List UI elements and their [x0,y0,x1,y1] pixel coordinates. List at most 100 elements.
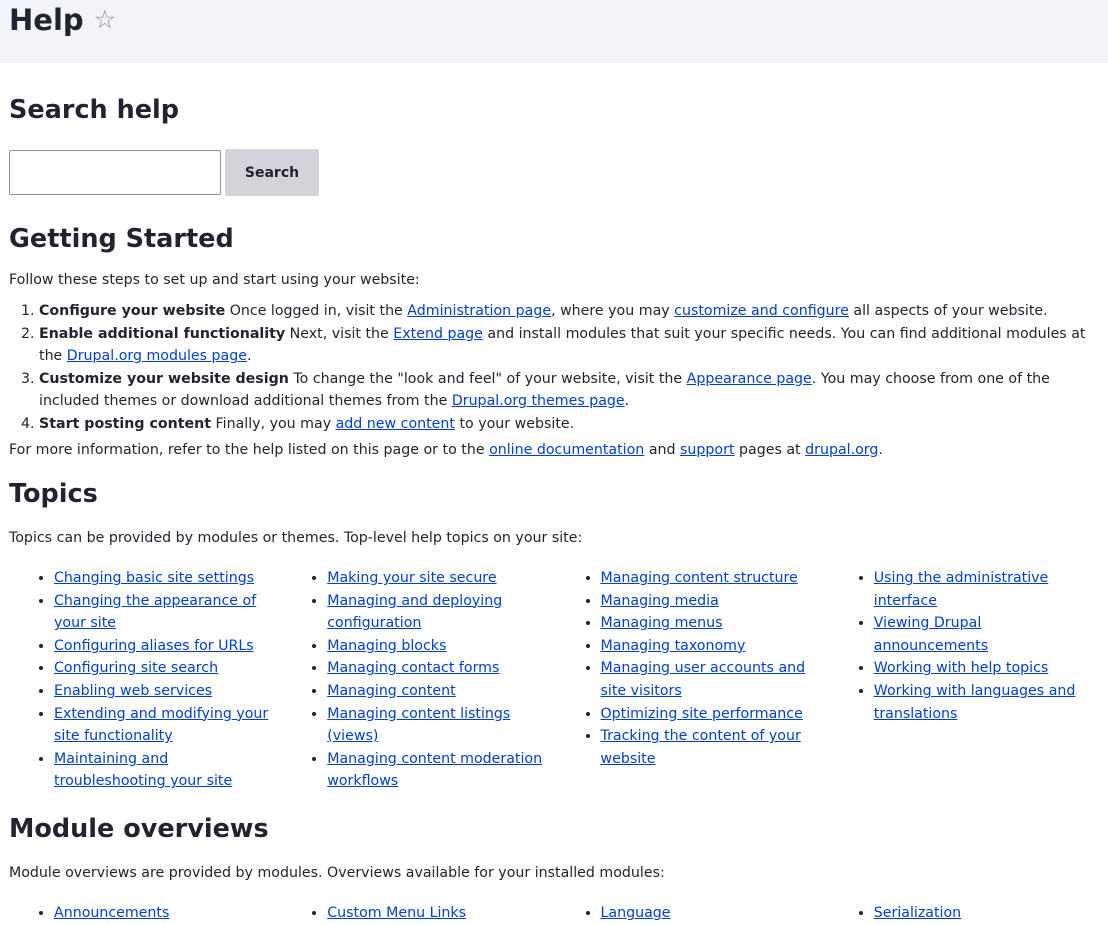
topic-item: Managing contact forms [327,657,547,680]
topics-column: Changing basic site settings Changing th… [9,567,282,793]
step-title: Start posting content [39,415,212,432]
topic-item: Optimizing site performance [601,703,821,726]
topic-item: Working with languages and translations [874,680,1094,725]
topic-link[interactable]: Working with languages and translations [874,683,1076,722]
search-input[interactable] [9,150,221,195]
step-text: Next, visit the [285,325,394,342]
topic-link[interactable]: Changing basic site settings [54,570,254,586]
module-link[interactable]: Announcements [54,905,169,921]
topic-link[interactable]: Managing content [327,683,455,699]
module-item: Serialization [874,902,1094,925]
star-outline-icon[interactable]: ☆ [94,2,116,38]
modules-column: Serialization [829,902,1102,925]
search-button[interactable]: Search [225,149,319,196]
topic-link[interactable]: Managing contact forms [327,660,499,676]
topic-link[interactable]: Managing content listings (views) [327,706,510,745]
step-title: Enable additional functionality [39,325,286,342]
topic-link[interactable]: Configuring site search [54,660,218,676]
step-text: all aspects of your website. [848,303,1048,319]
search-help-heading: Search help [9,95,180,125]
topic-link[interactable]: Optimizing site performance [601,706,803,722]
getting-started-heading: Getting Started [9,224,234,254]
topic-item: Making your site secure [327,567,547,590]
topics-heading: Topics [9,479,98,509]
topic-item: Managing content structure [601,567,821,590]
topic-link[interactable]: Managing media [601,593,719,609]
more-info-part: pages at [734,442,806,458]
appearance-page-link[interactable]: Appearance page [687,371,812,387]
topic-link[interactable]: Enabling web services [54,683,212,699]
online-documentation-link[interactable]: online documentation [489,442,644,458]
step-text: Finally, you may [211,415,336,432]
module-item: Language [601,902,821,925]
step-title: Configure your website [39,303,226,319]
topics-intro: Topics can be provided by modules or the… [9,530,583,546]
topic-item: Working with help topics [874,657,1094,680]
topic-link[interactable]: Configuring aliases for URLs [54,638,254,654]
topic-link[interactable]: Managing blocks [327,638,446,654]
topic-link[interactable]: Managing and deploying configuration [327,593,502,632]
topic-item: Configuring site search [54,657,274,680]
topic-item: Managing content moderation workflows [327,748,547,793]
drupal-modules-page-link[interactable]: Drupal.org modules page [67,348,247,364]
module-link[interactable]: Custom Menu Links [327,905,466,921]
topics-column: Making your site secure Managing and dep… [282,567,555,793]
step-item: Customize your website design To change … [39,368,1104,413]
getting-started-intro: Follow these steps to set up and start u… [9,272,420,288]
administration-page-link[interactable]: Administration page [407,303,551,319]
step-text: . [624,393,630,410]
step-text: To change the "look and feel" of your we… [288,370,687,387]
drupal-themes-page-link[interactable]: Drupal.org themes page [452,393,625,409]
topic-link[interactable]: Using the administrative interface [874,570,1049,609]
topic-link[interactable]: Tracking the content of your website [601,728,801,767]
modules-column: Custom Menu Links [282,902,555,925]
topic-item: Managing taxonomy [601,635,821,658]
module-link[interactable]: Language [601,905,671,921]
topic-link[interactable]: Extending and modifying your site functi… [54,706,268,745]
topic-item: Managing blocks [327,635,547,658]
topic-link[interactable]: Maintaining and troubleshooting your sit… [54,751,232,790]
extend-page-link[interactable]: Extend page [393,326,483,342]
topic-item: Managing media [601,590,821,613]
module-item: Announcements [54,902,274,925]
customize-configure-link[interactable]: customize and configure [674,303,849,319]
topic-link[interactable]: Working with help topics [874,660,1049,676]
topic-item: Configuring aliases for URLs [54,635,274,658]
support-link[interactable]: support [680,442,734,458]
page-header: Help ☆ [0,0,1108,63]
step-text: to your website. [454,415,575,432]
topic-item: Managing content listings (views) [327,703,547,748]
topics-columns: Changing basic site settings Changing th… [9,567,1102,793]
topics-column: Using the administrative interface Viewi… [829,567,1102,793]
module-overviews-intro: Module overviews are provided by modules… [9,865,665,881]
step-item: Configure your website Once logged in, v… [39,300,1104,323]
topic-link[interactable]: Changing the appearance of your site [54,593,256,632]
topic-link[interactable]: Managing content structure [601,570,798,586]
more-info-part: and [644,442,681,458]
module-link[interactable]: Serialization [874,905,961,921]
more-info-text: For more information, refer to the help … [9,439,883,461]
topics-column: Managing content structure Managing medi… [556,567,829,793]
topic-item: Managing menus [601,612,821,635]
topic-item: Viewing Drupal announcements [874,612,1094,657]
topic-item: Managing user accounts and site visitors [601,657,821,702]
topic-link[interactable]: Managing menus [601,615,723,631]
add-new-content-link[interactable]: add new content [336,416,455,432]
topic-item: Changing the appearance of your site [54,590,274,635]
topic-link[interactable]: Managing content moderation workflows [327,751,542,790]
modules-column: Language [556,902,829,925]
more-info-part: . [878,442,883,458]
topic-item: Managing content [327,680,547,703]
topic-link[interactable]: Managing user accounts and site visitors [601,660,806,699]
page-title: Help ☆ [9,2,116,38]
topic-item: Enabling web services [54,680,274,703]
step-title: Customize your website design [39,370,289,387]
getting-started-steps: Configure your website Once logged in, v… [9,300,1104,436]
drupal-org-link[interactable]: drupal.org [805,442,878,458]
topic-link[interactable]: Viewing Drupal announcements [874,615,988,654]
topic-link[interactable]: Managing taxonomy [601,638,746,654]
module-overviews-columns: Announcements Custom Menu Links Language… [9,902,1102,925]
topic-link[interactable]: Making your site secure [327,570,496,586]
step-text: . [246,348,252,365]
page-title-text: Help [9,3,84,37]
